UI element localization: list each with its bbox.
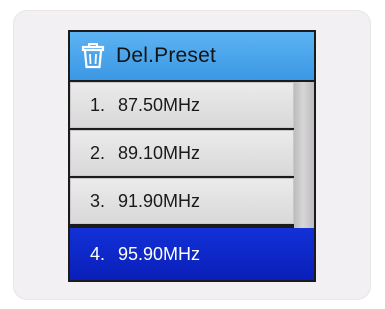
radio-screen: Del.Preset 1. 87.50MHz 2. 89.10MHz 3. 91… — [68, 30, 316, 282]
preset-frequency: 87.50MHz — [118, 94, 201, 115]
preset-item-3[interactable]: 3. 91.90MHz — [70, 178, 294, 224]
preset-item-4[interactable]: 4. 95.90MHz — [70, 228, 314, 280]
trash-icon — [80, 42, 106, 70]
title-bar: Del.Preset — [70, 32, 314, 80]
preset-item-2[interactable]: 2. 89.10MHz — [70, 130, 294, 176]
preset-item-1[interactable]: 1. 87.50MHz — [70, 82, 294, 128]
scrollbar[interactable] — [294, 82, 314, 228]
preset-number: 3. — [90, 190, 106, 211]
preset-frequency: 91.90MHz — [118, 190, 201, 211]
preset-frequency: 89.10MHz — [118, 142, 201, 163]
preset-number: 2. — [90, 142, 106, 163]
preset-number: 1. — [90, 94, 106, 115]
preset-number: 4. — [90, 243, 106, 264]
preset-frequency: 95.90MHz — [118, 243, 201, 264]
page-title: Del.Preset — [116, 44, 217, 67]
